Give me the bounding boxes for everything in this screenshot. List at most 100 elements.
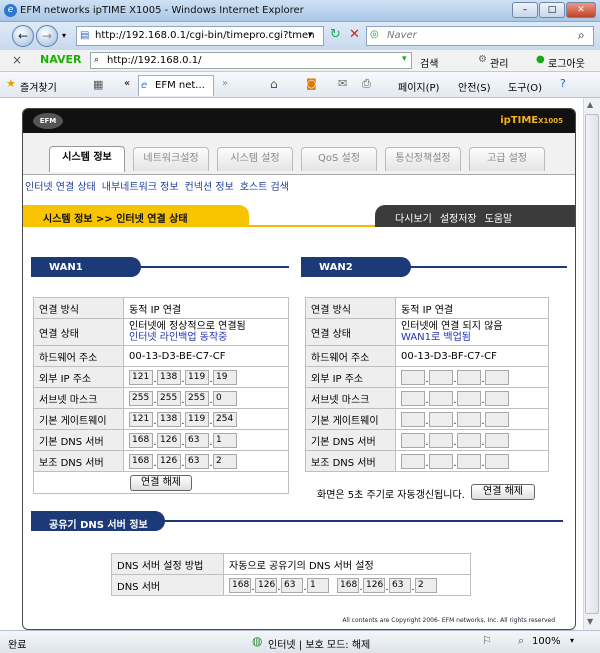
main-tabs: 시스템 정보 네트워크설정 시스템 설정 QoS 설정 통신정책설정 고급 설정 xyxy=(23,133,575,175)
home-icon[interactable]: ⌂ xyxy=(270,77,278,91)
action-menu: 다시보기 설정저장 도움말 xyxy=(375,205,575,227)
close-toolbar-icon[interactable]: × xyxy=(12,53,22,67)
tab-list-icon[interactable]: « xyxy=(124,78,130,89)
wan1-divider xyxy=(139,266,289,268)
tools-menu[interactable]: 도구(O) xyxy=(508,79,542,94)
wan2-method-value: 동적 IP 연결 xyxy=(395,297,549,319)
wan2-subnet-octet xyxy=(485,390,509,406)
wan2-subnet-octet xyxy=(401,390,425,406)
tab-system-settings[interactable]: 시스템 설정 xyxy=(217,147,293,171)
wan1-ip-octet: 121 xyxy=(129,369,153,385)
browser-tab[interactable]: EFM net... xyxy=(138,75,214,96)
tab-policy-settings[interactable]: 통신정책설정 xyxy=(385,147,461,171)
wan1-dns1-octet: 168 xyxy=(129,432,153,448)
history-dropdown-icon[interactable]: ▾ xyxy=(62,31,66,40)
search-input[interactable]: Naver xyxy=(366,26,594,46)
wan1-subnet-octet: 255 xyxy=(185,390,209,406)
address-input[interactable]: http://192.168.0.1/cgi-bin/timepro.cgi?t… xyxy=(76,26,324,46)
close-button[interactable]: ✕ xyxy=(566,2,596,18)
wan1-ip-octet: 138 xyxy=(157,369,181,385)
wan1-dns2-octet: 168 xyxy=(129,453,153,469)
refresh-icon[interactable]: ↻ xyxy=(330,27,341,42)
wan1-gateway-label: 기본 게이트웨이 xyxy=(33,408,124,430)
safety-menu[interactable]: 안전(S) xyxy=(458,79,491,94)
protected-mode-icon[interactable]: ⚐ xyxy=(482,634,492,647)
vertical-scrollbar[interactable]: ▲ ▼ xyxy=(583,98,600,630)
wan1-status-value: 인터넷에 정상적으로 연결됨 인터넷 라인백업 동작중 xyxy=(123,318,289,346)
wan2-divider xyxy=(409,266,567,268)
ie-logo-icon: e xyxy=(4,4,17,17)
copyright-footer: All contents are Copyright 2006- EFM net… xyxy=(342,617,555,624)
page-menu[interactable]: 페이지(P) xyxy=(398,79,439,94)
breadcrumb-bar: 시스템 정보 >> 인터넷 연결 상태 다시보기 설정저장 도움말 xyxy=(23,205,575,227)
wan1-method-label: 연결 방식 xyxy=(33,297,124,319)
maximize-button[interactable]: □ xyxy=(539,2,565,18)
help-link[interactable]: 도움말 xyxy=(485,214,513,225)
subnav-connection-info[interactable]: 컨넥션 정보 xyxy=(185,182,234,193)
wan1-disconnect-button[interactable]: 연결 해제 xyxy=(130,474,192,491)
dns-table: DNS 서버 설정 방법 자동으로 공유기의 DNS 서버 설정 DNS 서버 16… xyxy=(111,553,471,596)
search-icon[interactable]: ⌕ xyxy=(578,28,585,43)
tab-system-info[interactable]: 시스템 정보 xyxy=(49,146,125,172)
save-settings-link[interactable]: 설정저장 xyxy=(440,214,477,225)
tab-advanced-settings[interactable]: 고급 설정 xyxy=(469,147,545,171)
favorites-button[interactable]: 즐겨찾기 xyxy=(20,79,57,94)
help-icon[interactable]: ? xyxy=(560,77,566,90)
mail-icon[interactable]: ✉ xyxy=(338,77,347,90)
wan2-ip-octet xyxy=(401,369,425,385)
dns-server1-octet: 1 xyxy=(307,577,329,593)
tab-network-settings[interactable]: 네트워크설정 xyxy=(133,147,209,171)
naver-url-input[interactable]: http://192.168.0.1/ xyxy=(90,52,412,69)
back-icon[interactable]: ← xyxy=(12,25,34,47)
minimize-button[interactable]: – xyxy=(512,2,538,18)
scroll-down-icon[interactable]: ▼ xyxy=(587,617,593,626)
wan2-gateway-label: 기본 게이트웨이 xyxy=(305,408,396,430)
dns-section-divider xyxy=(163,520,563,522)
address-toolbar: ← → ▾ http://192.168.0.1/cgi-bin/timepro… xyxy=(0,22,600,50)
wan2-dns1-octet xyxy=(457,432,481,448)
quick-tabs-icon[interactable]: ▦ xyxy=(93,78,103,91)
page-content: EFM ipTIMEX1005 시스템 정보 네트워크설정 시스템 설정 QoS… xyxy=(0,98,583,630)
reload-link[interactable]: 다시보기 xyxy=(395,214,432,225)
naver-manage-button[interactable]: 관리 xyxy=(490,55,508,70)
print-icon[interactable]: ⎙ xyxy=(362,77,371,91)
wan1-gateway-octet: 121 xyxy=(129,411,153,427)
zoom-icon[interactable]: ⌕ xyxy=(518,634,524,648)
scroll-thumb[interactable] xyxy=(585,114,599,614)
wan2-ip-label: 외부 IP 주소 xyxy=(305,366,396,388)
naver-logout-button[interactable]: 로그아웃 xyxy=(548,55,585,70)
address-dropdown-icon[interactable]: ▾ xyxy=(308,30,313,40)
wan1-dns2-label: 보조 DNS 서버 xyxy=(33,450,124,472)
wan2-gateway-field: ... xyxy=(395,408,549,430)
subnav-internet-status[interactable]: 인터넷 연결 상태 xyxy=(25,182,96,193)
new-tab-icon[interactable]: » xyxy=(222,78,228,89)
wan2-method-label: 연결 방식 xyxy=(305,297,396,319)
feed-icon[interactable]: ◙ xyxy=(306,77,317,90)
wan2-status-line2: WAN1로 백업됨 xyxy=(401,332,472,343)
wan2-dns2-octet xyxy=(401,453,425,469)
wan1-mac-value: 00-13-D3-BE-C7-CF xyxy=(123,345,289,367)
wan2-dns1-octet xyxy=(429,432,453,448)
zoom-level[interactable]: 100% xyxy=(532,636,561,647)
forward-icon[interactable]: → xyxy=(36,25,58,47)
tab-qos-settings[interactable]: QoS 설정 xyxy=(301,147,377,171)
wan2-dns1-octet xyxy=(401,432,425,448)
subnav-host-search[interactable]: 호스트 검색 xyxy=(240,182,289,193)
wan2-gateway-octet xyxy=(401,411,425,427)
wan2-gateway-octet xyxy=(429,411,453,427)
dns-server2-octet: 168 xyxy=(337,577,359,593)
wan2-disconnect-button[interactable]: 연결 해제 xyxy=(471,484,535,500)
wan2-status-value: 인터넷에 연결 되지 않음 WAN1로 백업됨 xyxy=(395,318,549,346)
naver-url-dropdown-icon[interactable]: ▾ xyxy=(402,54,407,64)
security-zone[interactable]: 인터넷 | 보호 모드: 해제 xyxy=(268,636,370,651)
naver-search-button[interactable]: 검색 xyxy=(420,55,438,70)
scroll-up-icon[interactable]: ▲ xyxy=(587,100,593,109)
subnav-lan-info[interactable]: 내부네트워크 정보 xyxy=(102,182,179,193)
stop-icon[interactable]: ✕ xyxy=(349,27,360,42)
wan2-ip-octet xyxy=(429,369,453,385)
window-titlebar: e EFM networks ipTIME X1005 - Windows In… xyxy=(0,0,600,22)
zoom-dropdown-icon[interactable]: ▾ xyxy=(570,636,574,645)
dns-method-label: DNS 서버 설정 방법 xyxy=(111,553,224,575)
wan1-dns1-field: 168. 126. 63. 1 xyxy=(123,429,289,451)
naver-logo: NAVER xyxy=(40,53,82,66)
